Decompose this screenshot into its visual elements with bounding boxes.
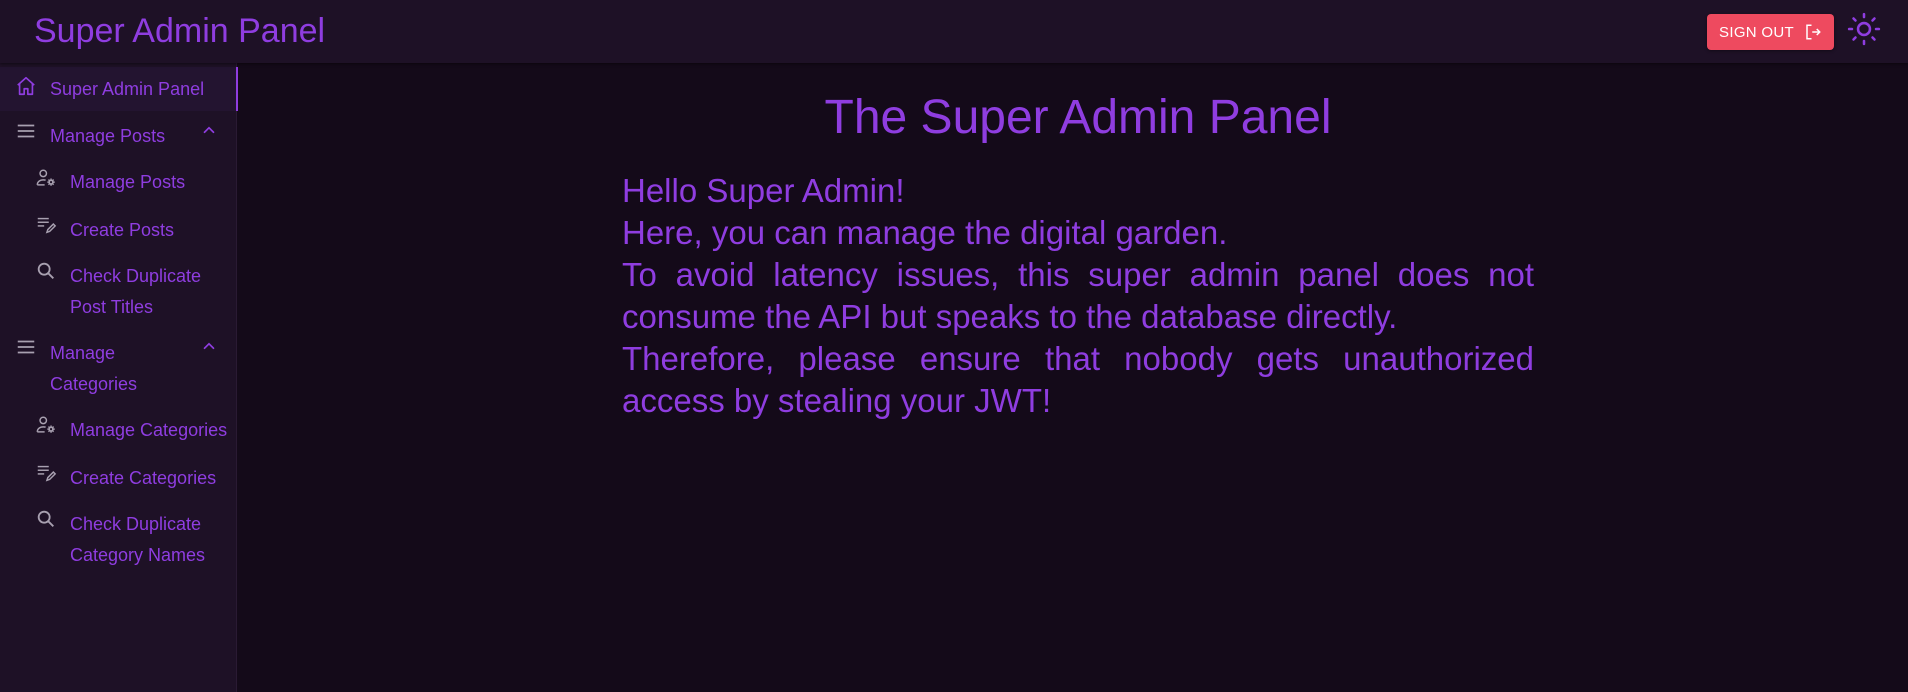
edit-note-icon (34, 461, 58, 485)
app-root: Super Admin Panel SIGN OUT Super Admin P… (0, 0, 1908, 692)
sidebar-item-create-categories[interactable]: Create Categories (0, 456, 236, 500)
sidebar-item-label: Manage Categories (70, 420, 228, 440)
sidebar-item-label: Check Duplicate Category Names (70, 514, 206, 565)
theme-toggle-button[interactable] (1846, 12, 1882, 51)
edit-note-icon (34, 213, 58, 237)
logout-icon (1804, 23, 1822, 41)
top-app-bar: Super Admin Panel SIGN OUT (0, 0, 1908, 63)
sidebar-item-check-duplicate-category-names[interactable]: Check Duplicate Category Names (0, 503, 236, 571)
welcome-line: Here, you can manage the digital garden. (622, 214, 1228, 251)
sidebar-group-label: Manage Categories (50, 343, 138, 394)
sun-icon (1847, 12, 1881, 51)
welcome-line: Therefore, please ensure that nobody get… (622, 340, 1534, 419)
sidebar-item-label: Check Duplicate Post Titles (70, 266, 202, 317)
sign-out-label: SIGN OUT (1719, 23, 1794, 41)
search-icon (34, 507, 58, 531)
app-title: Super Admin Panel (34, 12, 326, 50)
welcome-line: Hello Super Admin! (622, 172, 905, 209)
sidebar-group-manage-categories[interactable]: Manage Categories (0, 331, 236, 397)
welcome-line: To avoid latency issues, this super admi… (622, 256, 1534, 335)
sign-out-button[interactable]: SIGN OUT (1707, 14, 1834, 50)
sidebar-item-label: Manage Posts (70, 172, 186, 192)
sidebar-item-manage-categories[interactable]: Manage Categories (0, 409, 236, 453)
sidebar-item-check-duplicate-post-titles[interactable]: Check Duplicate Post Titles (0, 255, 236, 323)
sidebar-item-manage-posts[interactable]: Manage Posts (0, 161, 236, 205)
sidebar-item-label: Create Posts (70, 220, 175, 240)
sidebar: Super Admin Panel Manage Posts Manage Po… (0, 63, 238, 692)
chevron-up-icon (198, 335, 220, 357)
welcome-text: Hello Super Admin! Here, you can manage … (622, 170, 1534, 422)
sidebar-item-label: Create Categories (70, 468, 217, 488)
sidebar-item-create-posts[interactable]: Create Posts (0, 208, 236, 252)
manage-accounts-icon (34, 413, 58, 437)
page-title: The Super Admin Panel (824, 91, 1332, 144)
search-icon (34, 259, 58, 283)
manage-accounts-icon (34, 166, 58, 190)
menu-icon (14, 335, 38, 359)
